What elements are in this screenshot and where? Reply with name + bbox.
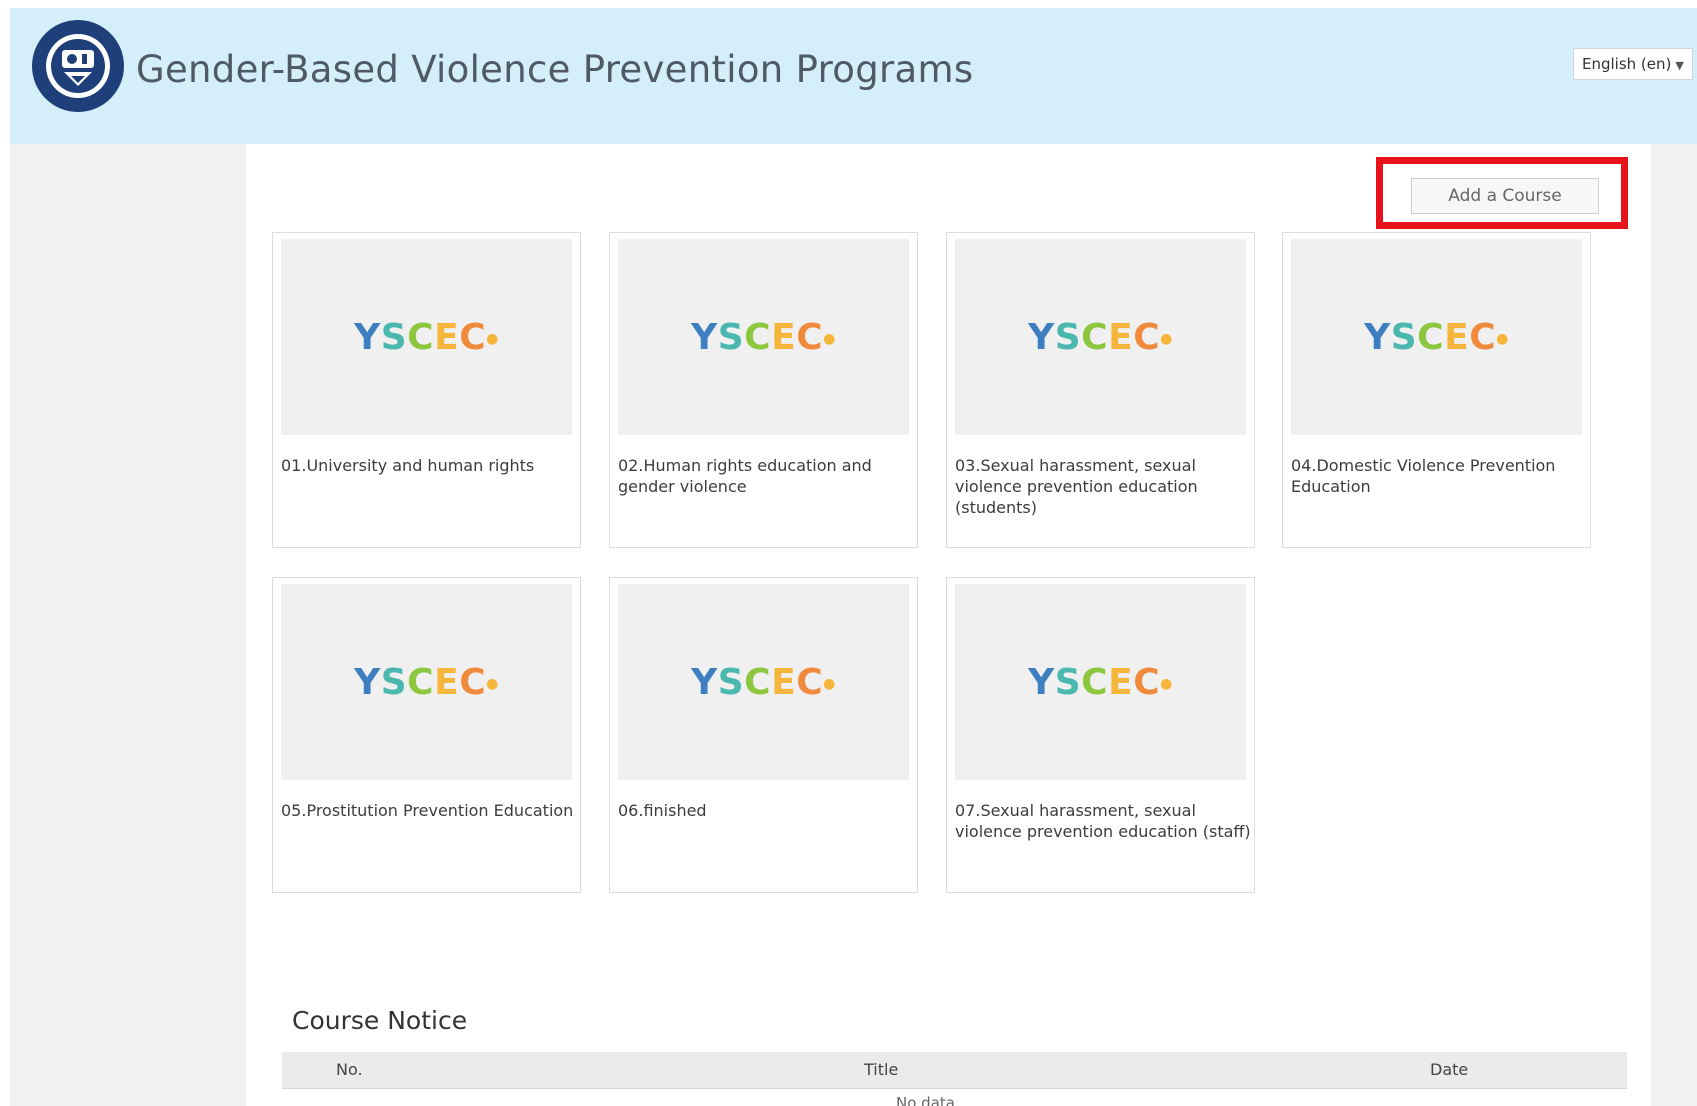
course-title: 01.University and human rights	[281, 456, 535, 475]
course-title: 05.Prostitution Prevention Education	[281, 801, 574, 820]
course-title: 07.Sexual harassment, sexual violence pr…	[955, 801, 1251, 841]
yscec-logo-icon: YSCEC●	[1364, 316, 1509, 358]
column-header-title[interactable]: Title	[864, 1060, 898, 1079]
course-title: 02.Human rights education and gender vio…	[618, 456, 872, 496]
course-thumbnail: YSCEC●	[955, 239, 1246, 435]
add-course-button[interactable]: Add a Course	[1411, 178, 1599, 214]
page-frame: Gender-Based Violence Prevention Program…	[10, 8, 1697, 1106]
course-card[interactable]: YSCEC● 06.finished	[609, 577, 918, 893]
yscec-logo-icon: YSCEC●	[1028, 661, 1173, 703]
column-header-date[interactable]: Date	[1430, 1060, 1468, 1079]
language-select[interactable]: English (en) ▼	[1573, 48, 1693, 80]
course-thumbnail: YSCEC●	[618, 239, 909, 435]
site-title: Gender-Based Violence Prevention Program…	[136, 48, 974, 91]
main-content: Add a Course YSCEC● 01.University and hu…	[246, 144, 1651, 1106]
language-select-value: English (en)	[1582, 55, 1672, 73]
course-title: 06.finished	[618, 801, 707, 820]
course-thumbnail: YSCEC●	[281, 239, 572, 435]
course-notice-heading: Course Notice	[292, 1006, 468, 1035]
course-thumbnail: YSCEC●	[1291, 239, 1582, 435]
notice-empty-message: No data	[896, 1094, 955, 1106]
notice-table-header: No. Title Date	[282, 1052, 1627, 1089]
course-title: 04.Domestic Violence Prevention Educatio…	[1291, 456, 1556, 496]
course-card[interactable]: YSCEC● 04.Domestic Violence Prevention E…	[1282, 232, 1591, 548]
course-thumbnail: YSCEC●	[618, 584, 909, 780]
yscec-logo-icon: YSCEC●	[691, 316, 836, 358]
yscec-logo-icon: YSCEC●	[691, 661, 836, 703]
column-header-no[interactable]: No.	[336, 1060, 363, 1079]
course-card[interactable]: YSCEC● 01.University and human rights	[272, 232, 581, 548]
yscec-logo-icon: YSCEC●	[1028, 316, 1173, 358]
yscec-logo-icon: YSCEC●	[354, 316, 499, 358]
course-card[interactable]: YSCEC● 07.Sexual harassment, sexual viol…	[946, 577, 1255, 893]
course-card[interactable]: YSCEC● 02.Human rights education and gen…	[609, 232, 918, 548]
course-thumbnail: YSCEC●	[955, 584, 1246, 780]
course-thumbnail: YSCEC●	[281, 584, 572, 780]
yscec-logo-icon: YSCEC●	[354, 661, 499, 703]
site-header: Gender-Based Violence Prevention Program…	[10, 8, 1697, 144]
course-title: 03.Sexual harassment, sexual violence pr…	[955, 456, 1198, 517]
university-seal-icon[interactable]	[32, 20, 124, 112]
chevron-down-icon: ▼	[1675, 59, 1684, 72]
course-card[interactable]: YSCEC● 05.Prostitution Prevention Educat…	[272, 577, 581, 893]
course-card[interactable]: YSCEC● 03.Sexual harassment, sexual viol…	[946, 232, 1255, 548]
